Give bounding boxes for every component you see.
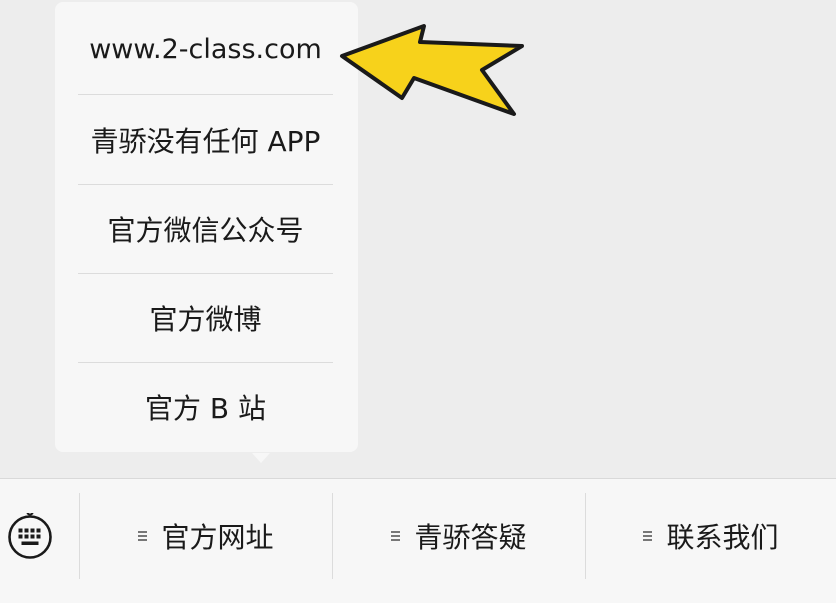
menu-lines-icon	[643, 530, 653, 542]
menu-label: 青骄答疑	[414, 521, 527, 554]
menu-button-official-website[interactable]: 官方网址	[80, 493, 332, 579]
menu-lines-icon	[391, 530, 401, 542]
submenu-popup: www.2-class.com 青骄没有任何 APP 官方微信公众号 官方微博 …	[55, 2, 358, 463]
popup-caret	[252, 453, 270, 463]
submenu-item-bilibili[interactable]: 官方 B 站	[78, 362, 333, 451]
chat-screen: www.2-class.com 青骄没有任何 APP 官方微信公众号 官方微博 …	[0, 0, 836, 603]
submenu-item-weibo[interactable]: 官方微博	[78, 273, 333, 363]
menu-label: 联系我们	[666, 521, 779, 554]
bottom-menu-bar: 官方网址 青骄答疑 联系我们	[0, 478, 836, 603]
submenu-item-no-app[interactable]: 青骄没有任何 APP	[78, 95, 333, 185]
submenu-item-website[interactable]: www.2-class.com	[78, 5, 333, 95]
menu-button-contact-us[interactable]: 联系我们	[586, 493, 836, 579]
menu-button-qa[interactable]: 青骄答疑	[333, 493, 585, 579]
submenu-item-wechat-account[interactable]: 官方微信公众号	[78, 184, 333, 274]
arrow-annotation-icon	[340, 24, 524, 116]
menu-label: 官方网址	[161, 521, 274, 554]
menu-lines-icon	[138, 530, 148, 542]
keyboard-icon[interactable]	[6, 513, 54, 561]
